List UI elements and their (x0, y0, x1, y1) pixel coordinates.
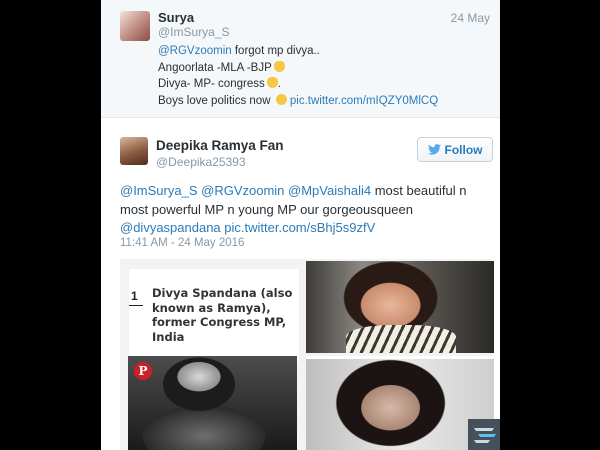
emoji-icon (275, 93, 287, 105)
reply-line-text: forgot mp divya.. (231, 45, 320, 57)
tweet-embed-frame: Surya @ImSurya_S 24 May @RGVzoomin forgo… (101, 0, 500, 450)
twitter-bird-icon (427, 144, 441, 155)
tweet-line-3: @divyaspandana pic.twitter.com/sBhj5s9zf… (120, 219, 492, 238)
reply-line-text: Boys love politics now (158, 94, 274, 107)
avatar[interactable] (120, 137, 148, 165)
author-handle[interactable]: @Deepika25393 (156, 155, 246, 169)
mention-link[interactable]: @RGVzoomin (201, 183, 284, 198)
main-tweet: Deepika Ramya Fan @Deepika25393 Follow @… (101, 119, 500, 450)
emoji-icon (266, 77, 278, 88)
corner-logo-icon[interactable] (468, 419, 500, 450)
image-caption: Divya Spandana (also known as Ramya), fo… (152, 286, 293, 344)
mention-link[interactable]: @ImSurya_S (120, 183, 198, 198)
tweet-line-text: most powerful MP n young MP our gorgeous… (120, 201, 413, 217)
portrait-photo[interactable] (306, 261, 494, 353)
tweet-line-text: most beautiful n (371, 183, 467, 198)
reply-line-2: Angoorlata -MLA -BJP (158, 60, 438, 77)
tweet-line-2: most powerful MP n young MP our gorgeous… (120, 201, 492, 220)
pic-link[interactable]: pic.twitter.com/mIQZY0MlCQ (290, 95, 438, 107)
tweet-timestamp[interactable]: 11:41 AM - 24 May 2016 (120, 237, 244, 249)
mention-link[interactable]: @MpVaishali4 (288, 183, 371, 198)
divider (306, 356, 494, 359)
corner-logo-icon (474, 428, 496, 443)
emoji-icon (273, 60, 285, 72)
follow-button[interactable]: Follow (417, 137, 493, 162)
reply-line-text: Angoorlata -MLA -BJP (158, 61, 272, 74)
author-name[interactable]: Deepika Ramya Fan (156, 138, 284, 153)
reply-line-text: Divya- MP- congress (158, 78, 265, 90)
mention-link[interactable]: @RGVzoomin (158, 45, 232, 57)
reply-line-1: @RGVzoomin forgot mp divya.. (158, 43, 438, 60)
reply-tweet: Surya @ImSurya_S 24 May @RGVzoomin forgo… (101, 0, 500, 118)
avatar[interactable] (120, 11, 150, 41)
reply-author-name[interactable]: Surya (158, 10, 194, 25)
reply-text: @RGVzoomin forgot mp divya.. Angoorlata … (158, 43, 438, 109)
reply-author-handle[interactable]: @ImSurya_S (158, 25, 230, 39)
media-grid[interactable]: 1 Divya Spandana (also known as Ramya), … (120, 259, 494, 450)
pic-link[interactable]: pic.twitter.com/sBhj5s9zfV (224, 220, 375, 235)
bw-photo[interactable]: P (128, 356, 297, 450)
closeup-photo[interactable] (306, 356, 494, 450)
mention-link[interactable]: @divyaspandana (120, 220, 221, 235)
tweet-line-1: @ImSurya_S @RGVzoomin @MpVaishali4 most … (120, 182, 492, 201)
photo-detail (346, 325, 456, 353)
reply-line-3: Divya- MP- congress. (158, 77, 281, 90)
reply-date[interactable]: 24 May (451, 11, 490, 25)
divider (129, 305, 143, 306)
list-number: 1 (131, 289, 138, 303)
tweet-text: @ImSurya_S @RGVzoomin @MpVaishali4 most … (120, 182, 492, 238)
follow-label: Follow (444, 142, 483, 157)
list-caption-card: 1 Divya Spandana (also known as Ramya), … (129, 269, 299, 361)
reply-line-4: Boys love politics now pic.twitter.com/m… (158, 93, 438, 110)
pinterest-icon[interactable]: P (134, 362, 152, 380)
